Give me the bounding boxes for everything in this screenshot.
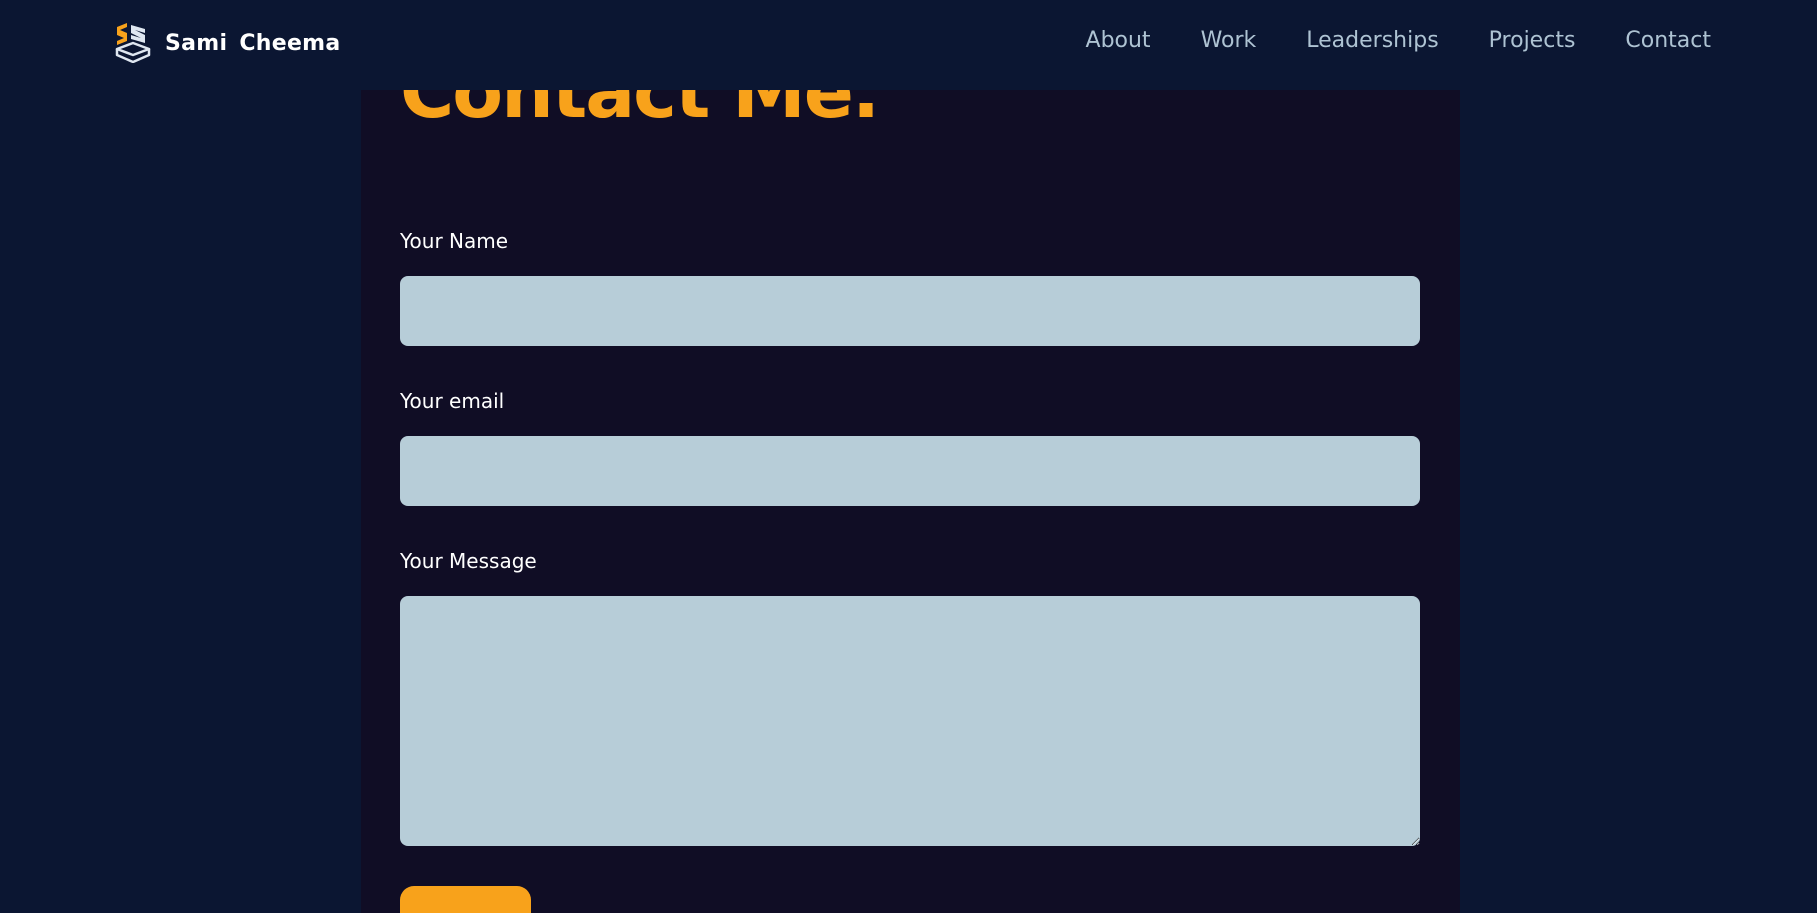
name-input[interactable] (400, 276, 1420, 346)
brand-name: Sami Cheema (165, 30, 341, 56)
name-label: Your Name (400, 229, 509, 253)
nav-link-leaderships[interactable]: Leaderships (1306, 28, 1438, 53)
nav-link-projects[interactable]: Projects (1489, 28, 1576, 53)
nav-link-about[interactable]: About (1086, 28, 1151, 53)
ss-cube-logo-icon (115, 23, 151, 63)
send-button[interactable]: Send (400, 886, 531, 913)
nav-link-contact[interactable]: Contact (1625, 28, 1711, 53)
email-label: Your email (400, 389, 505, 413)
message-label: Your Message (400, 549, 537, 573)
brand-link[interactable]: Sami Cheema (115, 23, 341, 63)
message-textarea[interactable] (400, 596, 1420, 846)
contact-panel: Contact Me. Your Name Your email Your Me… (361, 0, 1460, 913)
nav-link-work[interactable]: Work (1201, 28, 1257, 53)
nav-links: About Work Leaderships Projects Contact (1086, 28, 1711, 53)
email-input[interactable] (400, 436, 1420, 506)
navbar: Sami Cheema About Work Leaderships Proje… (0, 0, 1817, 90)
